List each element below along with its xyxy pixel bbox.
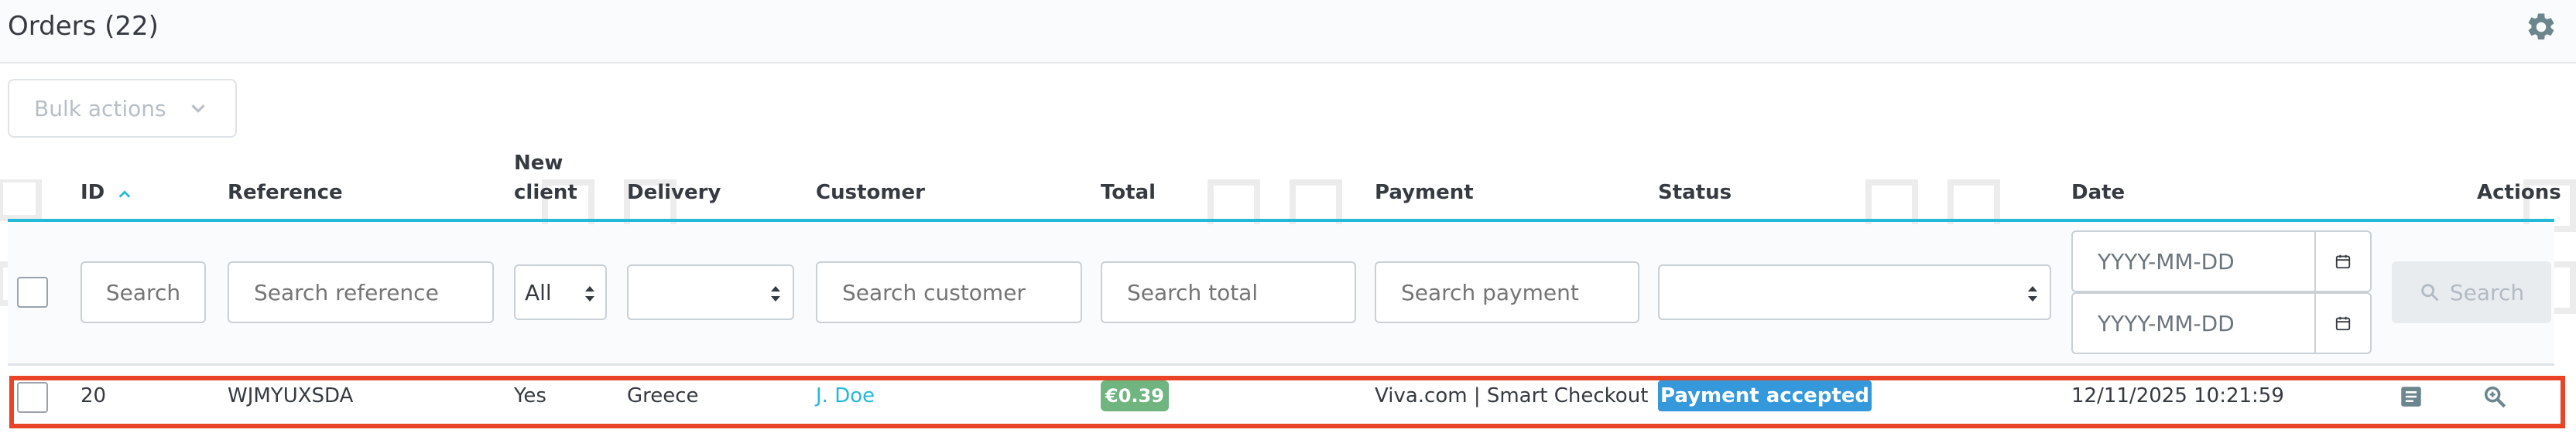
gear-icon[interactable] <box>2525 11 2557 43</box>
column-header-customer[interactable]: Customer <box>816 181 925 204</box>
filter-search-button[interactable]: Search <box>2392 261 2551 323</box>
calendar-icon[interactable] <box>2314 294 2370 353</box>
column-header-reference[interactable]: Reference <box>228 181 343 204</box>
order-date: 12/11/2025 10:21:59 <box>2071 384 2284 407</box>
order-id: 20 <box>80 384 107 407</box>
view-zoom-icon[interactable] <box>2482 384 2508 410</box>
filter-status-select[interactable] <box>1658 264 2051 320</box>
sort-ascending-icon[interactable] <box>116 186 133 203</box>
filter-new-client-select[interactable]: All <box>514 264 607 320</box>
column-header-new-client-line2[interactable]: client <box>514 181 577 204</box>
column-header-payment[interactable]: Payment <box>1375 181 1474 204</box>
select-all-checkbox[interactable] <box>17 277 48 308</box>
order-status-badge: Payment accepted <box>1658 380 1872 411</box>
filter-total-input[interactable] <box>1101 261 1356 323</box>
order-reference: WJMYUXSDA <box>228 384 354 407</box>
order-customer-link[interactable]: J. Doe <box>816 384 875 408</box>
column-header-date[interactable]: Date <box>2071 181 2125 204</box>
row-checkbox[interactable] <box>17 382 48 413</box>
filter-delivery-select[interactable] <box>627 264 794 320</box>
select-arrows-icon <box>771 286 780 302</box>
filter-search-label: Search <box>2449 279 2525 305</box>
invoice-icon[interactable] <box>2398 384 2424 410</box>
filter-date-from-placeholder: YYYY-MM-DD <box>2098 248 2235 274</box>
filter-divider <box>8 363 2554 366</box>
search-icon <box>2421 284 2439 302</box>
filter-new-client-value: All <box>525 279 552 305</box>
column-header-new-client-line1[interactable]: New <box>514 152 563 175</box>
filter-reference-input[interactable] <box>228 261 494 323</box>
column-header-total[interactable]: Total <box>1101 181 1156 204</box>
order-payment: Viva.com | Smart Checkout <box>1375 384 1649 407</box>
chevron-down-icon <box>191 104 205 113</box>
calendar-icon[interactable] <box>2314 232 2370 291</box>
filter-date-from[interactable]: YYYY-MM-DD <box>2071 230 2372 292</box>
filter-customer-input[interactable] <box>816 261 1082 323</box>
order-total-badge: €0.39 <box>1101 380 1169 411</box>
page-header <box>0 0 2576 63</box>
column-header-status[interactable]: Status <box>1658 181 1732 204</box>
select-arrows-icon <box>2028 286 2037 302</box>
filter-id-input[interactable] <box>80 261 206 323</box>
order-delivery: Greece <box>627 384 699 407</box>
page-title: Orders (22) <box>8 11 159 42</box>
filter-date-to-placeholder: YYYY-MM-DD <box>2098 310 2235 336</box>
column-header-actions: Actions <box>2477 181 2561 204</box>
column-label-id: ID <box>80 181 105 204</box>
bulk-actions-label: Bulk actions <box>34 95 166 121</box>
column-header-id[interactable]: ID <box>80 181 131 204</box>
order-new-client: Yes <box>514 384 546 407</box>
filter-payment-input[interactable] <box>1375 261 1639 323</box>
filter-date-to[interactable]: YYYY-MM-DD <box>2071 292 2372 354</box>
select-arrows-icon <box>585 286 594 302</box>
column-header-delivery[interactable]: Delivery <box>627 181 721 204</box>
header-divider <box>8 219 2554 222</box>
bulk-actions-button[interactable]: Bulk actions <box>8 79 237 138</box>
